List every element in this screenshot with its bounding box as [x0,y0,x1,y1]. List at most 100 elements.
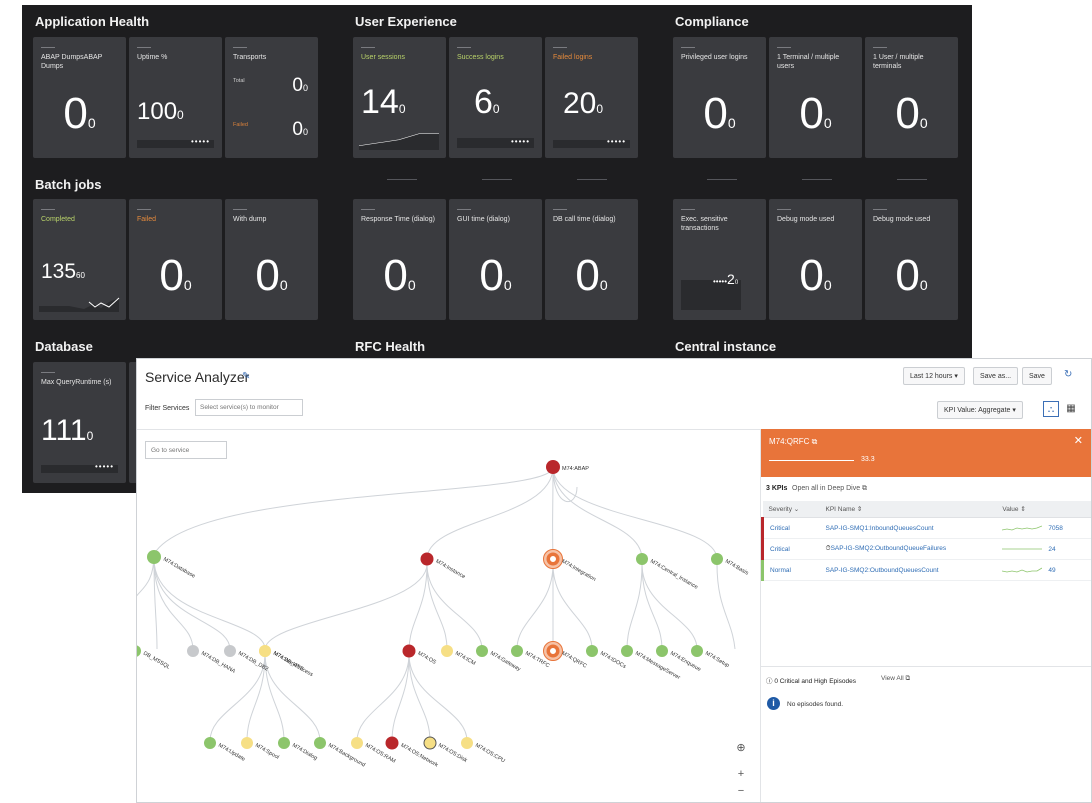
service-node-spool[interactable]: M74:Spool [241,737,280,761]
service-node-label: M74:ABAP [562,466,589,472]
card-privileged-logins[interactable]: Privileged user logins 00 [673,37,766,158]
value-cell: 7058 [996,517,1091,539]
severity-cell: Critical [761,517,820,539]
section-title-user-experience: User Experience [355,14,457,29]
save-button[interactable]: Save [1022,367,1052,385]
no-episodes-message: No episodes found. [787,701,844,708]
service-node-label: M74:Instance [435,559,467,581]
service-node-workprocess[interactable]: M74:WorkProcess [259,645,314,678]
zoom-in-icon[interactable]: + [735,768,747,780]
service-node-os[interactable]: M74:OS [402,644,438,666]
kpi-table: Severity ⌄ KPI Name ⇕ Value ⇕ Critical S… [761,501,1091,581]
health-score: 33.3 [861,456,875,463]
service-node-icm[interactable]: M74:ICM [441,645,477,667]
card-exec-sensitive[interactable]: Exec. sensitive transactions •••••20 [673,199,766,320]
card-user-multiple-terminals[interactable]: 1 User / multiple terminals 00 [865,37,958,158]
recenter-icon[interactable]: ⊕ [735,742,747,754]
table-row[interactable]: Critical SAP-IG-SMQ1:InboundQueuesCount … [761,517,1091,539]
page-title: Service Analyzer [145,369,250,385]
card-db-call-time[interactable]: DB call time (dialog) 00 [545,199,638,320]
column-value[interactable]: Value ⇕ [996,501,1091,518]
card-label: Failed [137,216,157,223]
card-label: Privileged user logins [681,54,748,61]
section-title-application-health: Application Health [35,14,150,29]
view-all-link[interactable]: View All ⧉ [881,675,910,683]
service-node-label: M74:ICM [454,651,477,668]
transports-total-label: Total [233,78,245,84]
section-title-database: Database [35,339,93,354]
kpi-value-dropdown[interactable]: KPI Value: Aggregate ▾ [937,401,1023,419]
kpi-name-link[interactable]: SAP-IG-SMQ2:OutboundQueuesCount [819,559,997,581]
close-icon[interactable]: ✕ [1074,434,1083,447]
grid-view-icon[interactable]: ▦ [1063,401,1079,417]
zoom-out-icon[interactable]: − [735,785,747,797]
card-gui-time[interactable]: GUI time (dialog) 00 [449,199,542,320]
service-node-label: M74:Central_Instance [649,559,699,591]
card-batch-with-dump[interactable]: With dump 00 [225,199,318,320]
service-node-db-mssql[interactable]: DB_MSSQL [137,645,171,671]
card-abap-dumps[interactable]: ABAP DumpsABAP Dumps 00 [33,37,126,158]
service-analyzer-window: Service Analyzer ✎ Last 12 hours ▾ Save … [136,358,1092,803]
service-node-qrfc[interactable]: M74:QRFC [543,641,588,670]
table-row[interactable]: Normal SAP-IG-SMQ2:OutboundQueuesCount 4… [761,559,1091,581]
card-value: 00 [895,89,928,138]
save-as-button[interactable]: Save as... [973,367,1019,385]
card-label: User sessions [361,54,405,61]
card-debug-mode-1[interactable]: Debug mode used 00 [769,199,862,320]
info-icon: i [767,697,780,710]
column-kpi-name[interactable]: KPI Name ⇕ [819,501,997,518]
table-header-row: Severity ⌄ KPI Name ⇕ Value ⇕ [762,501,1091,518]
card-value: 13560 [41,260,85,283]
service-node-label: M74:Spool [254,743,280,761]
service-node-label: M74:WorkProcess [272,651,314,679]
card-value: 00 [575,251,608,300]
transports-total-value: 00 [292,75,308,96]
service-node-dialog[interactable]: M74:Dialog [278,737,318,762]
table-row[interactable]: Critical ⏱SAP-IG-SMQ2:OutboundQueueFailu… [761,538,1091,560]
card-label: Transports [233,54,267,61]
kpi-name-link[interactable]: ⏱SAP-IG-SMQ2:OutboundQueueFailures [819,538,997,560]
card-label: Debug mode used [777,216,835,223]
value-cell: 24 [996,538,1091,560]
card-user-sessions[interactable]: User sessions 140 [353,37,446,158]
refresh-icon[interactable]: ↻ [1064,369,1072,380]
service-node-label: DB_MSSQL [142,651,171,671]
service-node-update[interactable]: M74:Update [204,737,246,763]
filter-services-input[interactable] [195,399,303,416]
card-max-query-runtime[interactable]: Max QueryRuntime (s) 1110 ••••• [33,362,126,483]
service-node-os-cpu[interactable]: M74:OS:CPU [461,737,506,764]
episodes-summary: ⓘ 0 Critical and High Episodes [766,678,856,685]
service-details-panel: M74:QRFC ⧉ ✕ 33.3 3 KPIs Open all in Dee… [760,429,1091,802]
card-batch-failed[interactable]: Failed 00 [129,199,222,320]
card-label: GUI time (dialog) [457,216,510,223]
card-batch-completed[interactable]: Completed 13560 [33,199,126,320]
open-deep-dive-link[interactable]: Open all in Deep Dive ⧉ [792,485,867,493]
time-range-dropdown[interactable]: Last 12 hours ▾ [903,367,965,385]
card-value: 00 [255,251,288,300]
card-response-time[interactable]: Response Time (dialog) 00 [353,199,446,320]
card-transports[interactable]: Transports Total 00 Failed 00 [225,37,318,158]
column-severity[interactable]: Severity ⌄ [762,501,820,518]
card-label: Uptime % [137,54,168,61]
sparkline-dots: ••••• [606,137,626,146]
card-value: 00 [895,251,928,300]
service-node-abap[interactable]: M74:ABAP [546,460,589,474]
card-value: •••••20 [713,271,739,287]
card-terminal-multiple-users[interactable]: 1 Terminal / multiple users 00 [769,37,862,158]
service-analyzer-header: Service Analyzer ✎ Last 12 hours ▾ Save … [137,359,1091,430]
card-uptime[interactable]: Uptime % 1000 ••••• [129,37,222,158]
card-label: Debug mode used [873,216,931,223]
card-success-logins[interactable]: Success logins 60 ••••• [449,37,542,158]
edit-title-icon[interactable]: ✎ [242,371,250,382]
service-node-idocs[interactable]: M74:IDOCs [586,645,627,670]
service-name-link[interactable]: M74:QRFC ⧉ [769,437,817,447]
card-debug-mode-2[interactable]: Debug mode used 00 [865,199,958,320]
tree-view-icon[interactable]: ⛬ [1043,401,1059,417]
sparkline-dots: ••••• [94,462,114,471]
card-failed-logins[interactable]: Failed logins 200 ••••• [545,37,638,158]
divider [761,666,1091,667]
service-node-central[interactable]: M74:Central_Instance [636,553,699,591]
transports-failed-value: 00 [292,119,308,140]
kpi-name-link[interactable]: SAP-IG-SMQ1:InboundQueuesCount [819,517,997,539]
card-value: 00 [159,251,192,300]
